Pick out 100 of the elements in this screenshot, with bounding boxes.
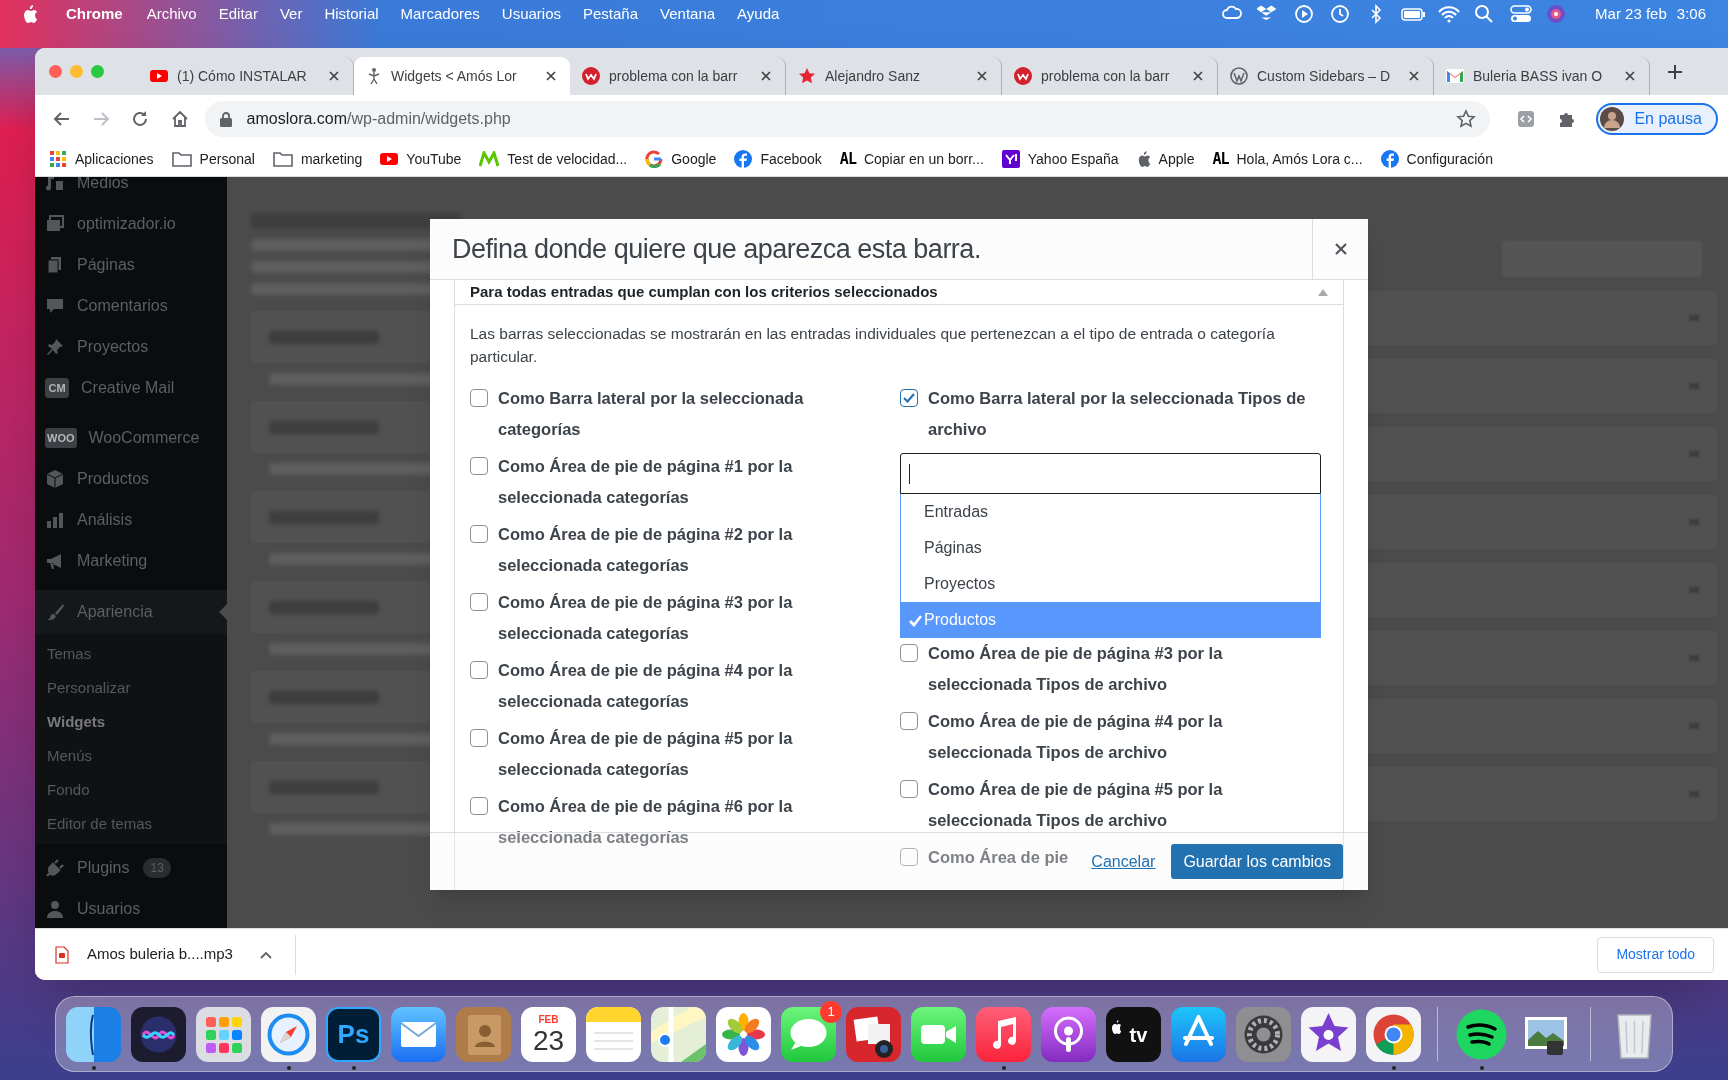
bookmark-link[interactable]: Facebook bbox=[734, 148, 822, 170]
menu-item[interactable]: Ventana bbox=[660, 2, 716, 26]
sidebar-menu-item[interactable]: WOO WooCommerce bbox=[35, 417, 227, 458]
dropdown-option[interactable]: Entradas bbox=[901, 494, 1320, 530]
podcasts-icon[interactable] bbox=[1041, 1007, 1096, 1062]
address-bar[interactable]: amoslora.com/wp-admin/widgets.php bbox=[204, 100, 1490, 137]
dropdown-option[interactable]: Productos bbox=[901, 602, 1320, 638]
bookmark-link[interactable]: AL Hola, Amós Lora c... bbox=[1212, 147, 1363, 171]
close-window-button[interactable] bbox=[49, 65, 62, 78]
contacts-icon[interactable] bbox=[456, 1007, 511, 1062]
checkbox[interactable] bbox=[470, 661, 488, 679]
spotify-icon[interactable] bbox=[1454, 1007, 1509, 1062]
plus-icon[interactable] bbox=[1666, 62, 1684, 81]
menu-item[interactable]: Marcadores bbox=[400, 2, 480, 26]
music-icon[interactable] bbox=[976, 1007, 1031, 1062]
bookmark-link[interactable]: Personal bbox=[171, 148, 255, 170]
wifi-icon[interactable] bbox=[1437, 3, 1462, 25]
close-icon[interactable] bbox=[975, 69, 989, 83]
cancel-link[interactable]: Cancelar bbox=[1091, 849, 1156, 874]
submenu-item[interactable]: Editor de temas bbox=[35, 807, 227, 841]
menu-item[interactable]: Pestaña bbox=[583, 2, 639, 26]
menu-item[interactable]: Editar bbox=[218, 2, 258, 26]
select-search-field[interactable] bbox=[900, 453, 1321, 494]
submenu-item[interactable]: Fondo bbox=[35, 773, 227, 807]
toggles-icon[interactable] bbox=[1509, 3, 1534, 25]
bookmark-link[interactable]: AL Copiar en un borr... bbox=[839, 147, 984, 171]
settings-icon[interactable] bbox=[1236, 1007, 1291, 1062]
messages-icon[interactable] bbox=[781, 1007, 836, 1062]
save-button[interactable]: Guardar los cambios bbox=[1171, 844, 1343, 879]
app-menu[interactable]: Chrome bbox=[66, 2, 123, 26]
close-icon[interactable] bbox=[327, 69, 341, 83]
star-outline-icon[interactable] bbox=[1455, 108, 1476, 129]
checkbox[interactable] bbox=[470, 593, 488, 611]
sidebar-menu-item[interactable]: Análisis bbox=[35, 499, 227, 540]
close-icon[interactable] bbox=[1191, 69, 1205, 83]
dropdown-option[interactable]: Proyectos bbox=[901, 566, 1320, 602]
menu-item[interactable]: Ver bbox=[279, 2, 303, 26]
checkbox[interactable] bbox=[470, 797, 488, 815]
close-icon[interactable] bbox=[1407, 69, 1421, 83]
bookmark-link[interactable]: Google bbox=[645, 148, 717, 170]
submenu-item[interactable]: Personalizar bbox=[35, 671, 227, 705]
checkbox[interactable] bbox=[470, 389, 488, 407]
checkbox[interactable] bbox=[900, 644, 918, 662]
submenu-item[interactable]: Temas bbox=[35, 637, 227, 671]
collapse-arrow-icon[interactable] bbox=[1318, 288, 1328, 296]
bookmark-link[interactable]: Aplicaciones bbox=[49, 148, 154, 170]
submenu-item[interactable]: Widgets bbox=[35, 705, 227, 739]
checkbox[interactable] bbox=[470, 457, 488, 475]
bookmark-link[interactable]: Test de velocidad... bbox=[479, 148, 628, 170]
photo-booth-icon[interactable] bbox=[846, 1007, 901, 1062]
bookmark-link[interactable]: marketing bbox=[272, 148, 363, 170]
launchpad-icon[interactable] bbox=[196, 1007, 251, 1062]
bookmark-link[interactable]: YouTube bbox=[380, 148, 462, 170]
bookmark-link[interactable]: Configuración bbox=[1380, 148, 1493, 170]
photos-icon[interactable] bbox=[716, 1007, 771, 1062]
close-icon[interactable] bbox=[759, 69, 773, 83]
notes-icon[interactable] bbox=[586, 1007, 641, 1062]
sidebar-menu-item[interactable]: Páginas bbox=[35, 244, 227, 285]
sidebar-menu-item[interactable]: Marketing bbox=[35, 540, 227, 581]
submenu-item[interactable]: Menús bbox=[35, 739, 227, 773]
menu-item[interactable]: Usuarios bbox=[501, 2, 561, 26]
finder-icon[interactable] bbox=[66, 1007, 121, 1062]
close-icon[interactable] bbox=[1623, 69, 1637, 83]
bookmark-link[interactable]: Apple bbox=[1136, 148, 1195, 170]
checkbox[interactable] bbox=[900, 712, 918, 730]
checkbox[interactable] bbox=[900, 780, 918, 798]
checkbox-label: Como Área de pie de página #5 por la seleccionada categorías bbox=[498, 728, 794, 780]
caret-icon[interactable] bbox=[258, 949, 273, 960]
calendar-icon[interactable]: FEB 23 bbox=[521, 1007, 576, 1062]
sidebar-menu-item[interactable]: Productos bbox=[35, 458, 227, 499]
sidebar-menu-item[interactable]: CM Creative Mail bbox=[35, 367, 227, 408]
chrome-icon[interactable] bbox=[1366, 1007, 1421, 1062]
close-icon[interactable] bbox=[544, 69, 558, 83]
menu-item[interactable]: Archivo bbox=[146, 2, 197, 26]
checkbox[interactable] bbox=[900, 848, 918, 866]
siri-icon[interactable] bbox=[131, 1007, 186, 1062]
checkbox[interactable] bbox=[470, 525, 488, 543]
mail-icon[interactable] bbox=[391, 1007, 446, 1062]
checkbox[interactable] bbox=[470, 729, 488, 747]
map-icon[interactable] bbox=[651, 1007, 706, 1062]
sidebar-menu-item[interactable]: optimizador.io bbox=[35, 203, 227, 244]
app-store-icon[interactable] bbox=[1171, 1007, 1226, 1062]
sidebar-menu-item[interactable]: Comentarios bbox=[35, 285, 227, 326]
compass-icon[interactable] bbox=[261, 1007, 316, 1062]
code-icon[interactable] bbox=[1516, 108, 1537, 129]
download-file-name[interactable]: Amos buleria b....mp3 bbox=[87, 943, 233, 966]
sidebar-menu-item[interactable]: Apariencia bbox=[35, 590, 227, 634]
checkbox[interactable] bbox=[900, 389, 918, 407]
dropdown-option[interactable]: Páginas bbox=[901, 530, 1320, 566]
bookmark-link[interactable]: Yahoo España bbox=[1001, 148, 1119, 170]
video-camera-icon[interactable] bbox=[911, 1007, 966, 1062]
tv-icon[interactable]: tv bbox=[1106, 1007, 1161, 1062]
sidebar-menu-item[interactable]: Proyectos bbox=[35, 326, 227, 367]
browser-tab[interactable]: Widgets < Amós Lor bbox=[354, 57, 570, 95]
sidebar-menu-item[interactable]: Usuarios bbox=[35, 888, 227, 928]
show-all-button[interactable]: Mostrar todo bbox=[1597, 936, 1714, 973]
menu-item[interactable]: Historial bbox=[324, 2, 379, 26]
photoshop-icon[interactable]: Ps bbox=[326, 1007, 381, 1062]
menu-item[interactable]: Ayuda bbox=[737, 2, 780, 26]
profile-button[interactable]: En pausa bbox=[1596, 102, 1718, 135]
